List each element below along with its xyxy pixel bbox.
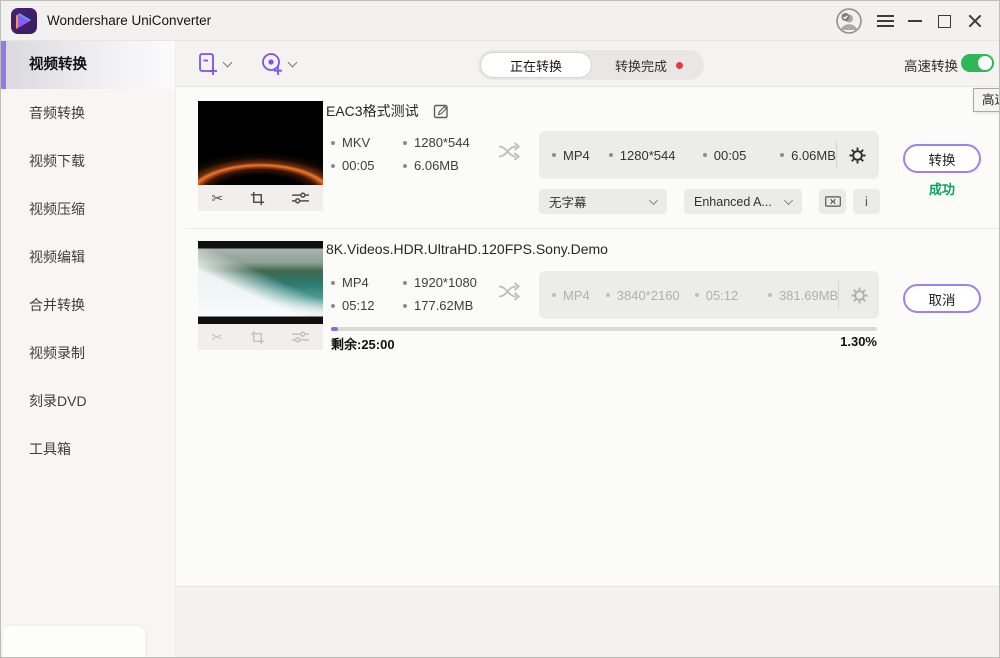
corner-panel <box>3 626 145 658</box>
tab-converting[interactable]: 正在转换 <box>480 52 592 78</box>
task2-target-info: MP4 3840*2160 05:12 381.69MB <box>539 271 879 319</box>
task1-src-resolution: 1280*544 <box>414 135 470 150</box>
crop-icon-disabled <box>250 330 265 345</box>
add-disc-chevron-icon[interactable] <box>288 58 298 68</box>
audio-select-value: Enhanced A... <box>694 195 772 209</box>
add-file-icon[interactable] <box>198 52 220 81</box>
task2-source-info: MP4 1920*1080 05:12 177.62MB <box>331 275 477 313</box>
task1-settings-gear-icon[interactable] <box>837 147 879 164</box>
task2-title: 8K.Videos.HDR.UltraHD.120FPS.Sony.Demo <box>326 241 608 257</box>
tab-converting-label: 正在转换 <box>510 56 562 75</box>
effects-icon[interactable] <box>292 191 309 205</box>
effects-icon-disabled <box>292 330 309 344</box>
task1-title: EAC3格式测试 <box>326 101 419 121</box>
sidebar: 视频转换 音频转换 视频下载 视频压缩 视频编辑 合并转换 视频录制 刻录DVD… <box>1 41 176 658</box>
maximize-button[interactable] <box>938 15 951 28</box>
sidebar-item-video-compress[interactable]: 视频压缩 <box>1 185 175 233</box>
sidebar-item-merge-convert[interactable]: 合并转换 <box>1 281 175 329</box>
progress-fill <box>331 327 338 331</box>
task2-src-format: MP4 <box>342 275 369 290</box>
titlebar: Wondershare UniConverter <box>1 1 999 41</box>
menu-icon[interactable] <box>877 15 894 27</box>
toolbar: 正在转换 转换完成 高速转换 <box>176 41 1000 87</box>
task2-src-resolution: 1920*1080 <box>414 275 477 290</box>
app-window: Wondershare UniConverter 视频转换 音频转换 视频下载 … <box>0 0 1000 658</box>
task1-tgt-format: MP4 <box>563 148 590 163</box>
sidebar-item-screen-record[interactable]: 视频录制 <box>1 329 175 377</box>
progress-percent: 1.30% <box>840 334 877 353</box>
task2-title-row: 8K.Videos.HDR.UltraHD.120FPS.Sony.Demo <box>326 241 608 257</box>
notification-dot <box>676 62 683 69</box>
minimize-button[interactable] <box>908 20 922 22</box>
task1-status-success: 成功 <box>903 179 981 198</box>
task1-tgt-resolution: 1280*544 <box>620 148 676 163</box>
trim-icon-disabled: ✂ <box>212 330 224 344</box>
remaining-time: 剩余:25:00 <box>331 334 395 353</box>
task2-settings-gear-icon <box>839 287 879 304</box>
chevron-down-icon <box>784 196 793 205</box>
footer-bar: 输出格式: MP4 Video 合并全部文件 输出文件夹: E:\Wonders… <box>176 586 1000 658</box>
convert-tabs: 正在转换 转换完成 <box>478 50 704 80</box>
chevron-down-icon <box>649 196 658 205</box>
fast-convert-label: 高速转换 <box>904 55 958 75</box>
task1-title-row: EAC3格式测试 <box>326 101 449 121</box>
subtitle-select-value: 无字幕 <box>549 192 587 211</box>
close-button[interactable] <box>967 13 983 29</box>
play-triangle-icon <box>18 14 30 28</box>
tab-finished[interactable]: 转换完成 <box>594 50 704 80</box>
add-disc-icon[interactable] <box>261 52 285 81</box>
sidebar-item-burn-dvd[interactable]: 刻录DVD <box>1 377 175 425</box>
task1-src-duration: 00:05 <box>342 158 375 173</box>
task1-target-info: MP4 1280*544 00:05 6.06MB <box>539 131 879 179</box>
add-file-chevron-icon[interactable] <box>223 58 233 68</box>
task2-tgt-size: 381.69MB <box>779 288 838 303</box>
task2-cancel-button[interactable]: 取消 <box>903 284 981 313</box>
rename-icon[interactable] <box>433 103 449 119</box>
progress-labels: 剩余:25:00 1.30% <box>331 334 877 353</box>
task1-info-button[interactable]: i <box>853 189 880 214</box>
tab-finished-label: 转换完成 <box>615 56 667 75</box>
task2-src-size: 177.62MB <box>414 298 473 313</box>
task2-tgt-format: MP4 <box>563 288 590 303</box>
trim-icon[interactable]: ✂ <box>212 191 224 205</box>
task1-thumbnail[interactable] <box>198 101 323 185</box>
task1-tgt-duration: 00:05 <box>714 148 747 163</box>
task2-tgt-duration: 05:12 <box>706 288 739 303</box>
task1-subtitle-select[interactable]: 无字幕 <box>539 189 667 214</box>
toggle-knob <box>978 56 992 70</box>
app-title: Wondershare UniConverter <box>47 1 211 41</box>
account-avatar-icon[interactable] <box>836 8 862 34</box>
task1-edit-toolbar: ✂ <box>198 185 323 211</box>
row-separator <box>186 228 999 229</box>
sidebar-item-video-download[interactable]: 视频下载 <box>1 137 175 185</box>
app-logo-icon <box>11 8 37 34</box>
task2-thumbnail[interactable] <box>198 241 323 324</box>
task1-convert-button[interactable]: 转换 <box>903 144 981 173</box>
fast-convert-toggle[interactable] <box>961 54 994 72</box>
convert-direction-icon <box>498 141 525 162</box>
task1-src-size: 6.06MB <box>414 158 459 173</box>
convert-direction-icon <box>498 281 525 302</box>
fast-convert-tooltip: 高速转换 <box>973 88 1000 112</box>
task1-source-info: MKV 1280*544 00:05 6.06MB <box>331 135 470 173</box>
task1-tgt-size: 6.06MB <box>791 148 836 163</box>
crop-icon[interactable] <box>250 191 265 206</box>
info-icon: i <box>865 194 868 209</box>
task1-src-format: MKV <box>342 135 370 150</box>
task2-src-duration: 05:12 <box>342 298 375 313</box>
task2-tgt-resolution: 3840*2160 <box>617 288 680 303</box>
sidebar-item-audio-convert[interactable]: 音频转换 <box>1 89 175 137</box>
task1-compress-button[interactable] <box>819 189 846 214</box>
sidebar-item-video-convert[interactable]: 视频转换 <box>1 41 175 89</box>
sidebar-item-toolbox[interactable]: 工具箱 <box>1 425 175 473</box>
task1-audio-select[interactable]: Enhanced A... <box>684 189 802 214</box>
task2-edit-toolbar: ✂ <box>198 324 323 350</box>
progress-bar <box>331 327 877 331</box>
sidebar-item-video-edit[interactable]: 视频编辑 <box>1 233 175 281</box>
